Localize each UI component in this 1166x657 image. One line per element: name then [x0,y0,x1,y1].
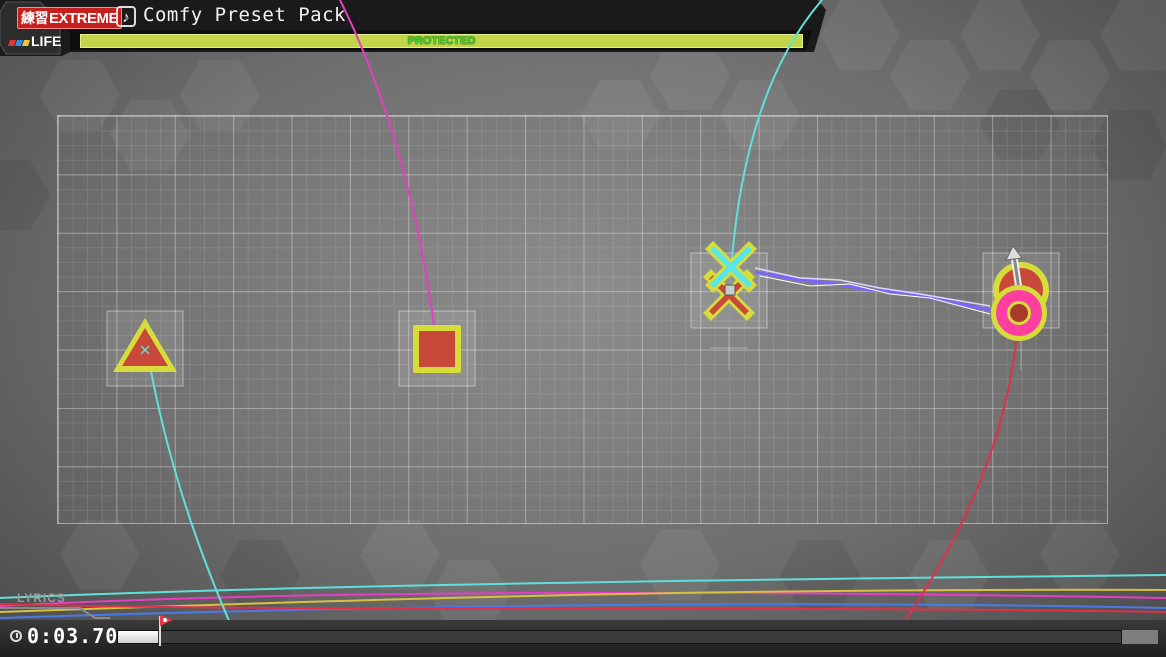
clock-icon [10,630,22,642]
progress-end-cap [1122,630,1158,644]
notes-layer [0,0,1166,657]
link-beam [754,267,991,315]
checkpoint-flag-icon[interactable] [156,612,176,648]
song-progress-fill [118,631,159,643]
square-icon [413,325,461,373]
song-progress-track[interactable] [117,630,1122,644]
trail-cross [730,0,823,271]
lyrics-label: LYRICS [17,591,66,605]
elapsed-time: 0:03.70 [27,624,119,648]
trail-square [339,0,438,350]
